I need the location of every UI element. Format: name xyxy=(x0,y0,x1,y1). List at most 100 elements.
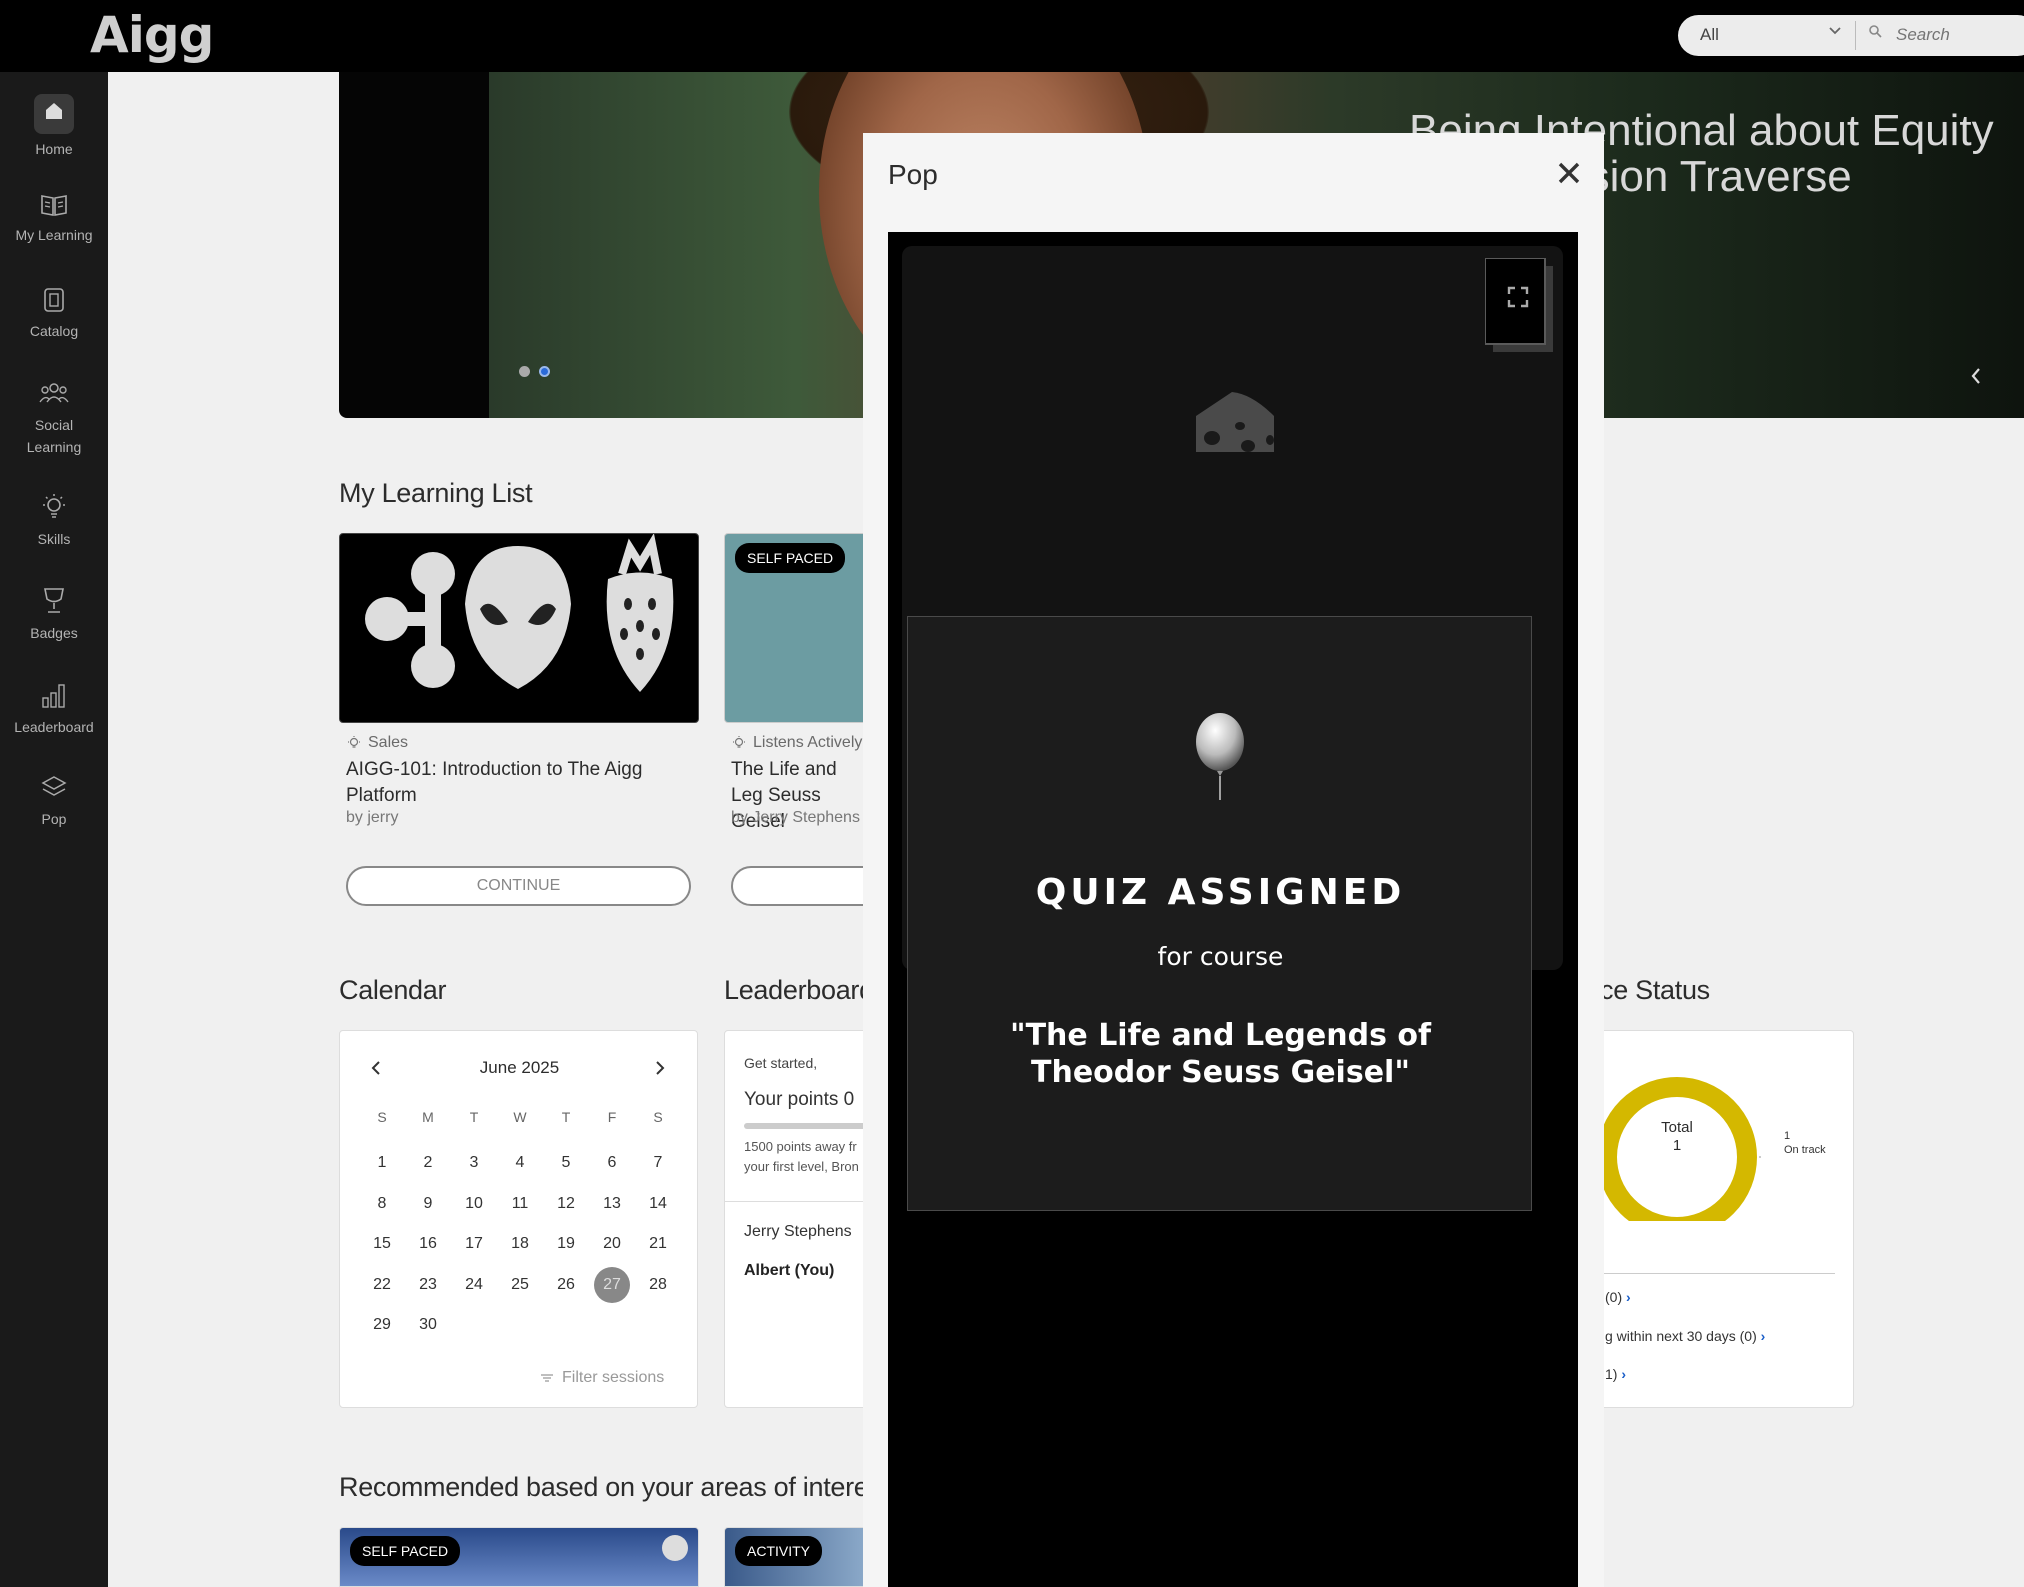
compliance-link-label: (0) xyxy=(1605,1289,1623,1305)
chevron-right-icon: › xyxy=(1621,1366,1627,1382)
search-filter-select[interactable]: All xyxy=(1700,25,1719,45)
calendar-day[interactable]: 9 xyxy=(410,1186,446,1222)
weekday-label: T xyxy=(561,1109,571,1125)
calendar-day[interactable]: 11 xyxy=(502,1186,538,1222)
sidebar-item-label: My Learning xyxy=(15,227,93,243)
calendar-day[interactable]: 19 xyxy=(548,1226,584,1262)
calendar-day[interactable]: 25 xyxy=(502,1267,538,1303)
continue-button[interactable]: CONTINUE xyxy=(346,866,691,906)
filter-sessions-button[interactable]: Filter sessions xyxy=(540,1369,664,1387)
calendar-day[interactable]: 14 xyxy=(640,1186,676,1222)
sidebar-item-my-learning[interactable]: My Learning xyxy=(0,192,108,246)
calendar-day[interactable]: 21 xyxy=(640,1226,676,1262)
lightbulb-icon xyxy=(733,736,745,748)
section-title-leaderboard: Leaderboard xyxy=(724,975,874,1005)
calendar-day[interactable]: 22 xyxy=(364,1267,400,1303)
compliance-widget: Total 1 1 On track (0) › g within next 3… xyxy=(1560,1030,1854,1408)
leaderboard-row-current-user[interactable]: Albert (You) xyxy=(744,1262,834,1280)
content-player: QUIZ ASSIGNED for course "The Life and L… xyxy=(888,232,1578,1587)
donut-total-value: 1 xyxy=(1672,1137,1682,1154)
calendar-day[interactable]: 12 xyxy=(548,1186,584,1222)
app-logo[interactable]: Aigg xyxy=(90,6,214,64)
recommended-card[interactable]: ACTIVITY xyxy=(724,1527,864,1587)
calendar-day[interactable]: 23 xyxy=(410,1267,446,1303)
sidebar-item-catalog[interactable]: Catalog xyxy=(0,286,108,342)
layers-icon xyxy=(41,776,67,796)
calendar-day[interactable]: 30 xyxy=(410,1307,446,1343)
section-title-calendar: Calendar xyxy=(339,975,447,1005)
course-author: by jerry xyxy=(346,809,399,826)
sidebar-item-skills[interactable]: Skills xyxy=(0,492,108,550)
course-type-badge: ACTIVITY xyxy=(735,1536,823,1566)
quiz-for-course-label: for course xyxy=(1157,942,1284,971)
course-card-thumbnail[interactable] xyxy=(339,533,699,723)
sidebar-item-leaderboard[interactable]: Leaderboard xyxy=(0,680,108,738)
filter-icon xyxy=(541,1374,553,1382)
chevron-down-icon[interactable] xyxy=(1828,24,1842,43)
calendar-week-row: 29 30 xyxy=(364,1307,676,1343)
calendar-day[interactable]: 4 xyxy=(502,1145,538,1181)
calendar-day[interactable]: 29 xyxy=(364,1307,400,1343)
calendar-day-empty xyxy=(548,1307,584,1343)
calendar-day[interactable]: 10 xyxy=(456,1186,492,1222)
calendar-day[interactable]: 28 xyxy=(640,1267,676,1303)
calendar-week-row: 15 16 17 18 19 20 21 xyxy=(364,1226,676,1262)
sidebar-item-label: Home xyxy=(35,141,73,157)
quiz-assigned-title: QUIZ ASSIGNED xyxy=(1035,872,1406,913)
chevron-left-icon[interactable] xyxy=(1969,362,1983,393)
bar-chart-icon xyxy=(42,684,65,708)
weekday-label: W xyxy=(513,1109,527,1125)
calendar-day[interactable]: 20 xyxy=(594,1226,630,1262)
badge-icon xyxy=(44,588,64,613)
sidebar-item-label: Skills xyxy=(37,531,71,547)
search-input[interactable] xyxy=(1896,22,2024,48)
donut-center-label: Total 1 xyxy=(1621,1119,1733,1155)
compliance-link[interactable]: g within next 30 days (0) › xyxy=(1605,1328,1765,1344)
chevron-right-icon[interactable] xyxy=(654,1059,666,1082)
calendar-day[interactable]: 26 xyxy=(548,1267,584,1303)
calendar-day[interactable]: 13 xyxy=(594,1186,630,1222)
sidebar-item-badges[interactable]: Badges xyxy=(0,586,108,644)
course-skill: Listens Actively xyxy=(731,734,862,752)
search-icon xyxy=(1869,25,1882,38)
calendar-day[interactable]: 15 xyxy=(364,1226,400,1262)
calendar-day[interactable]: 8 xyxy=(364,1186,400,1222)
carousel-dot[interactable] xyxy=(519,366,530,377)
calendar-day[interactable]: 1 xyxy=(364,1145,400,1181)
course-thumbnail-graphic xyxy=(365,534,674,692)
carousel-dot-active[interactable] xyxy=(539,366,550,377)
close-icon[interactable] xyxy=(1553,157,1585,189)
divider xyxy=(1855,21,1856,50)
calendar-widget: June 2025 S M T W T F S 1 2 3 4 5 6 7 8 9 10 11 12 1… xyxy=(339,1030,698,1408)
quiz-course-name: "The Life and Legends of Theodor Seuss G… xyxy=(1009,1018,1432,1090)
calendar-month: June 2025 xyxy=(479,1058,560,1077)
sidebar-item-social-learning[interactable]: Social Learning xyxy=(0,380,108,458)
calendar-day[interactable]: 6 xyxy=(594,1145,630,1181)
sidebar-item-home[interactable]: Home xyxy=(0,94,108,160)
lightbulb-icon xyxy=(43,494,65,518)
calendar-day[interactable]: 16 xyxy=(410,1226,446,1262)
calendar-day[interactable]: 18 xyxy=(502,1226,538,1262)
calendar-day[interactable]: 3 xyxy=(456,1145,492,1181)
calendar-day[interactable]: 17 xyxy=(456,1226,492,1262)
calendar-day-empty xyxy=(640,1307,676,1343)
calendar-day-empty xyxy=(594,1307,630,1343)
calendar-day[interactable]: 5 xyxy=(548,1145,584,1181)
bookmark-toggle[interactable] xyxy=(662,1535,688,1561)
catalog-icon xyxy=(44,288,64,312)
calendar-day-today[interactable]: 27 xyxy=(594,1266,630,1303)
chevron-right-icon: › xyxy=(1760,1328,1766,1344)
leaderboard-row[interactable]: Jerry Stephens xyxy=(744,1223,852,1241)
fullscreen-icon[interactable] xyxy=(1485,258,1553,352)
calendar-day[interactable]: 7 xyxy=(640,1145,676,1181)
calendar-day[interactable]: 24 xyxy=(456,1267,492,1303)
course-skill: Sales xyxy=(346,734,408,752)
recommended-card[interactable]: SELF PACED xyxy=(339,1527,699,1587)
compliance-link[interactable]: (0) › xyxy=(1605,1289,1631,1305)
course-title[interactable]: AIGG-101: Introduction to The Aigg Platf… xyxy=(346,757,686,809)
top-bar: Aigg All xyxy=(0,0,2024,72)
compliance-link[interactable]: 1) › xyxy=(1605,1366,1626,1382)
sidebar-item-pop[interactable]: Pop xyxy=(0,774,108,830)
sidebar-item-label: Pop xyxy=(41,811,67,827)
calendar-day[interactable]: 2 xyxy=(410,1145,446,1181)
